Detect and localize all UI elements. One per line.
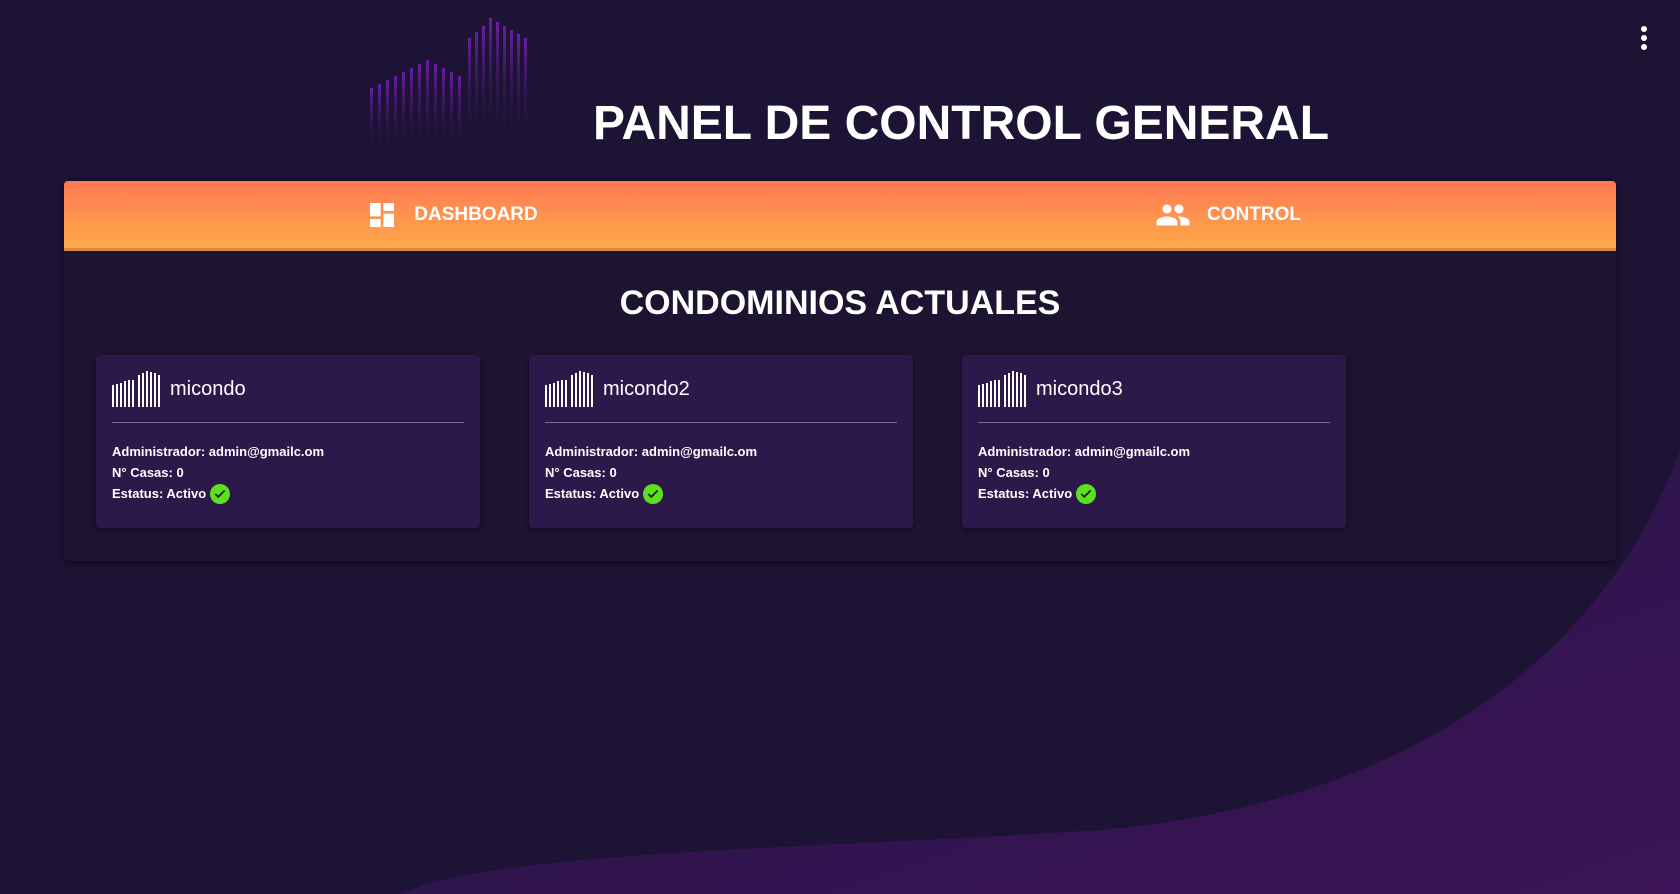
- more-options-menu-icon[interactable]: [1636, 24, 1652, 52]
- check-circle-icon: [210, 483, 231, 504]
- condo-admin: Administrador: admin@gmailc.om: [978, 444, 1191, 459]
- building-icon: [112, 371, 160, 407]
- condo-status: Estatus: Activo: [545, 486, 640, 501]
- condo-status: Estatus: Activo: [112, 486, 207, 501]
- condo-houses: N° Casas: 0: [978, 465, 1050, 480]
- check-circle-icon: [1076, 483, 1097, 504]
- condo-status: Estatus: Activo: [978, 486, 1073, 501]
- condo-houses: N° Casas: 0: [112, 465, 184, 480]
- condo-name: micondo: [170, 377, 246, 400]
- check-circle-icon: [643, 483, 664, 504]
- tab-dashboard[interactable]: DASHBOARD: [64, 181, 840, 248]
- main-panel: DASHBOARD CONTROL CONDOMINIOS ACTUALES m…: [64, 181, 1616, 561]
- divider: [112, 422, 464, 423]
- building-logo-icon: [370, 18, 527, 156]
- divider: [978, 422, 1330, 423]
- tab-bar: DASHBOARD CONTROL: [64, 181, 1616, 251]
- condo-admin: Administrador: admin@gmailc.om: [545, 444, 758, 459]
- tab-control-label: CONTROL: [1207, 203, 1301, 225]
- condo-card[interactable]: micondo3 Administrador: admin@gmailc.om …: [962, 355, 1346, 528]
- building-icon: [978, 371, 1026, 407]
- condo-houses: N° Casas: 0: [545, 465, 617, 480]
- divider: [545, 422, 897, 423]
- section-heading: CONDOMINIOS ACTUALES: [619, 284, 1061, 322]
- condo-card[interactable]: micondo Administrador: admin@gmailc.om N…: [96, 355, 480, 528]
- tab-control[interactable]: CONTROL: [840, 181, 1616, 248]
- dashboard-icon: [370, 202, 395, 227]
- condo-card[interactable]: micondo2 Administrador: admin@gmailc.om …: [529, 355, 913, 528]
- condo-admin: Administrador: admin@gmailc.om: [112, 444, 325, 459]
- building-icon: [545, 371, 593, 407]
- people-icon: [1156, 204, 1190, 225]
- condo-list: micondo Administrador: admin@gmailc.om N…: [96, 355, 1346, 528]
- tab-dashboard-label: DASHBOARD: [414, 203, 538, 225]
- condo-name: micondo3: [1036, 377, 1123, 400]
- page-title: PANEL DE CONTROL GENERAL: [593, 97, 1330, 150]
- condo-name: micondo2: [603, 377, 690, 400]
